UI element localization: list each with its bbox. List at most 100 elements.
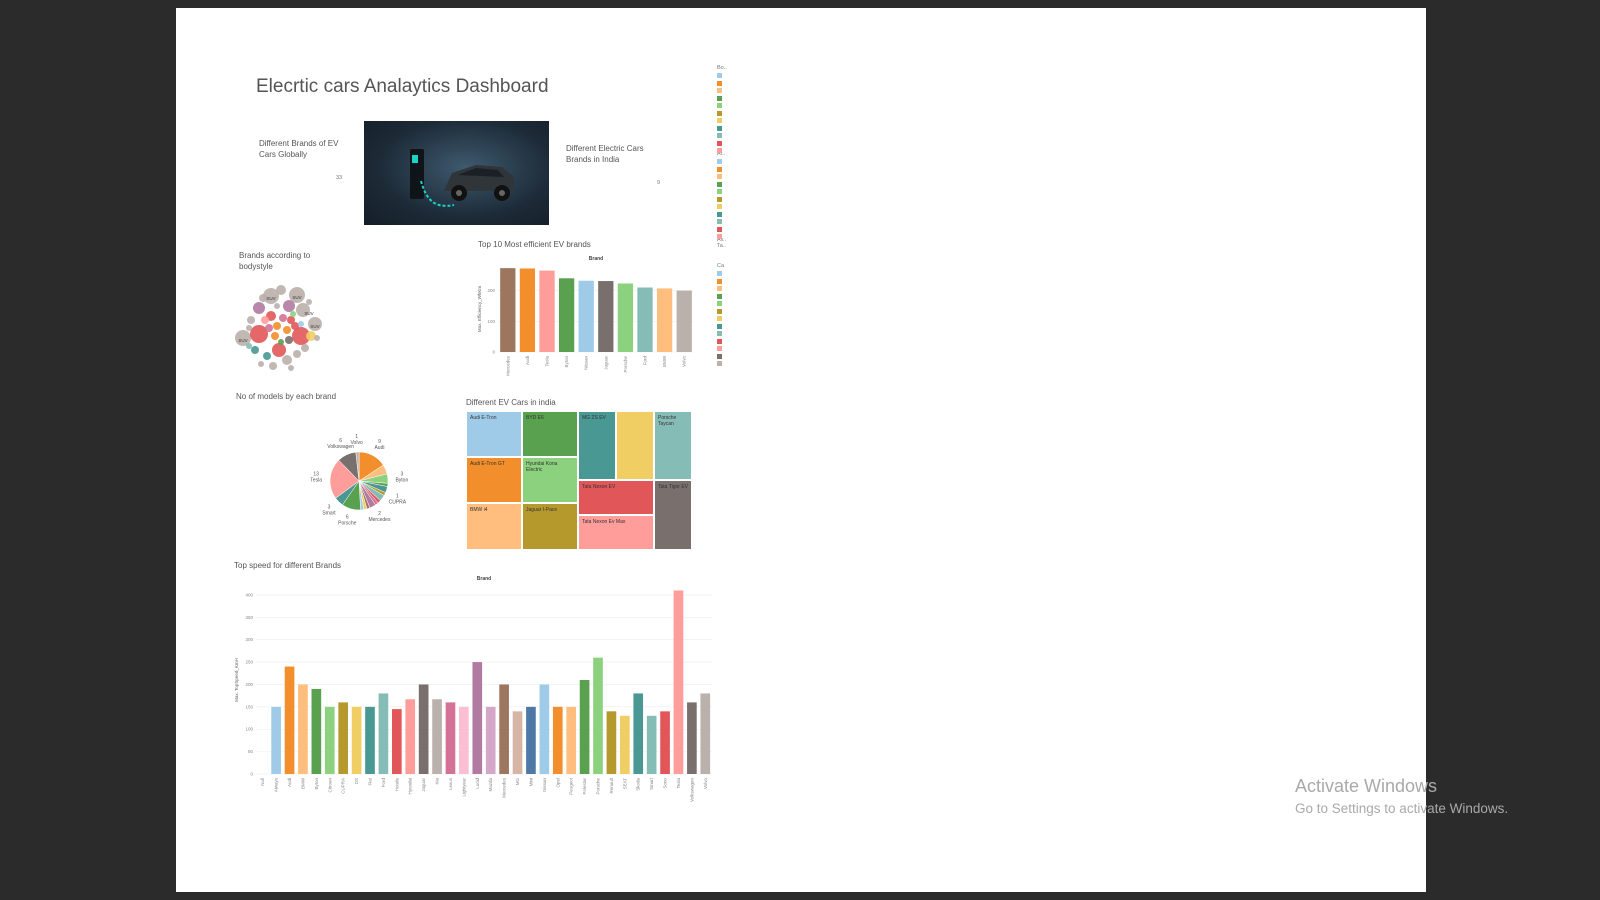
legend-swatch xyxy=(717,181,722,187)
legend-swatch xyxy=(717,125,722,131)
x-tick-label: Porsche xyxy=(623,356,628,373)
bar-lightyear xyxy=(459,706,469,774)
bar-byton xyxy=(311,688,322,774)
legend-swatch xyxy=(717,353,722,359)
x-tick-label: Polestar xyxy=(582,778,587,795)
legend-swatch xyxy=(717,159,722,164)
watermark-line1: Activate Windows xyxy=(1295,776,1438,796)
legend-swatch xyxy=(717,211,722,217)
x-tick-label: Ford xyxy=(381,778,386,788)
x-tick-label: Sono xyxy=(663,778,668,789)
topspeed-chart-title: Top speed for different Brands xyxy=(234,561,342,570)
y-tick-label: 400 xyxy=(245,592,253,597)
y-tick-label: 200 xyxy=(245,682,253,687)
bar-sono xyxy=(660,711,670,774)
bar-volvo xyxy=(700,693,711,774)
bar-peugeot xyxy=(566,706,577,774)
legend-swatch xyxy=(717,338,722,344)
bubble-label: SUV xyxy=(292,295,301,300)
x-tick-label: Tesla xyxy=(676,778,681,789)
legend-swatch xyxy=(717,140,722,146)
x-tick-label: Citroen xyxy=(327,778,332,793)
x-tick-label: Nissan xyxy=(542,778,547,792)
bar-lucid xyxy=(472,662,483,774)
x-tick-label: Audi xyxy=(525,356,530,365)
bar-skoda xyxy=(633,693,644,774)
bubble-label: SUV xyxy=(238,338,247,343)
bubble xyxy=(263,352,271,360)
y-tick-label: 200 xyxy=(487,288,495,293)
bar-jaguar xyxy=(418,684,429,774)
treemap-cell xyxy=(616,411,654,480)
efficiency-bar-chart: Brand 0 100 200 Max. Efficiency_WhKm Mercedes… xyxy=(477,256,694,376)
bar-citroen xyxy=(324,706,335,774)
legend-swatch xyxy=(717,361,722,366)
legend-swatch xyxy=(717,271,722,276)
x-tick-label: BMW xyxy=(662,355,667,367)
pie-brand-label: Smart xyxy=(322,510,336,516)
y-tick-label: 350 xyxy=(245,615,253,620)
bubble xyxy=(282,355,292,365)
bar-fiat xyxy=(365,706,375,774)
x-tick-label: Audi xyxy=(287,778,292,787)
bubble xyxy=(251,346,259,354)
ev-charging-image xyxy=(364,121,549,225)
x-tick-label: Lightyear xyxy=(461,778,466,797)
kpi-india-label: Different Electric Cars Brands in India xyxy=(566,144,644,164)
treemap-cell: Tata Nexon EV xyxy=(578,480,654,515)
x-tick-label: Porsche xyxy=(596,778,601,795)
legend-swatch xyxy=(717,234,722,239)
bar-polestar xyxy=(579,680,590,774)
bubble-label: SUV xyxy=(266,296,275,301)
bubble xyxy=(273,322,281,330)
legend-swatch xyxy=(717,346,722,351)
bar-aiways xyxy=(271,706,281,774)
bubble xyxy=(274,303,280,309)
x-tick-label: Nissan xyxy=(584,356,589,370)
bubble xyxy=(298,321,304,327)
y-tick-label: 100 xyxy=(487,319,495,324)
bubble xyxy=(265,324,273,332)
bar-mercedes xyxy=(499,684,509,774)
x-tick-label: MG xyxy=(515,778,520,786)
bubble xyxy=(283,300,295,312)
legend-swatch xyxy=(717,301,722,306)
legend-swatch xyxy=(717,103,722,108)
x-tick-label: SEAT xyxy=(622,778,627,790)
pie-brand-label: Volvo xyxy=(351,440,363,446)
pie-brand-label: CUPRA xyxy=(389,500,407,506)
bubble xyxy=(283,326,291,334)
x-tick-label: Null xyxy=(260,778,265,786)
legend-swatch xyxy=(717,331,722,336)
bubble xyxy=(276,285,286,295)
pie-chart-title: No of models by each brand xyxy=(236,392,337,401)
topspeed-bar-chart: Brand 0 50 100 150 200 250 300 350 400 Max. TopSpe… xyxy=(234,576,712,802)
bar-renault xyxy=(606,711,617,774)
x-tick-label: CUPRA xyxy=(341,778,346,794)
bar-bmw xyxy=(298,684,308,774)
x-tick-label: Fiat xyxy=(368,777,373,785)
x-tick-label: Byton xyxy=(564,356,569,368)
dashboard-canvas: Elecrtic cars Analaytics Dashboard Diffe… xyxy=(176,8,1426,892)
legend-swatch xyxy=(717,95,722,101)
x-tick-label: Renault xyxy=(609,777,614,793)
bar-mini xyxy=(526,706,536,774)
bubble xyxy=(306,299,312,305)
x-tick-label: Byton xyxy=(314,778,319,790)
bar-mercedes xyxy=(500,268,516,352)
x-tick-label: Jaguar xyxy=(421,778,426,792)
x-tick-label: Opel xyxy=(555,778,560,788)
x-tick-label: Skoda xyxy=(636,778,641,791)
dashboard-title: Elecrtic cars Analaytics Dashboard xyxy=(256,76,549,97)
bar-smart xyxy=(646,715,657,774)
bar-audi xyxy=(284,666,295,774)
bar-porsche xyxy=(593,657,603,774)
x-tick-label: Tesla xyxy=(545,356,550,367)
bubble xyxy=(279,314,287,322)
bar-byton xyxy=(558,278,575,352)
legend-swatch xyxy=(717,133,722,138)
bar-nissan xyxy=(539,684,550,774)
bar-porsche xyxy=(617,283,634,352)
bubble xyxy=(285,336,293,344)
treemap-cell: Audi E-Tron GT xyxy=(466,457,522,503)
